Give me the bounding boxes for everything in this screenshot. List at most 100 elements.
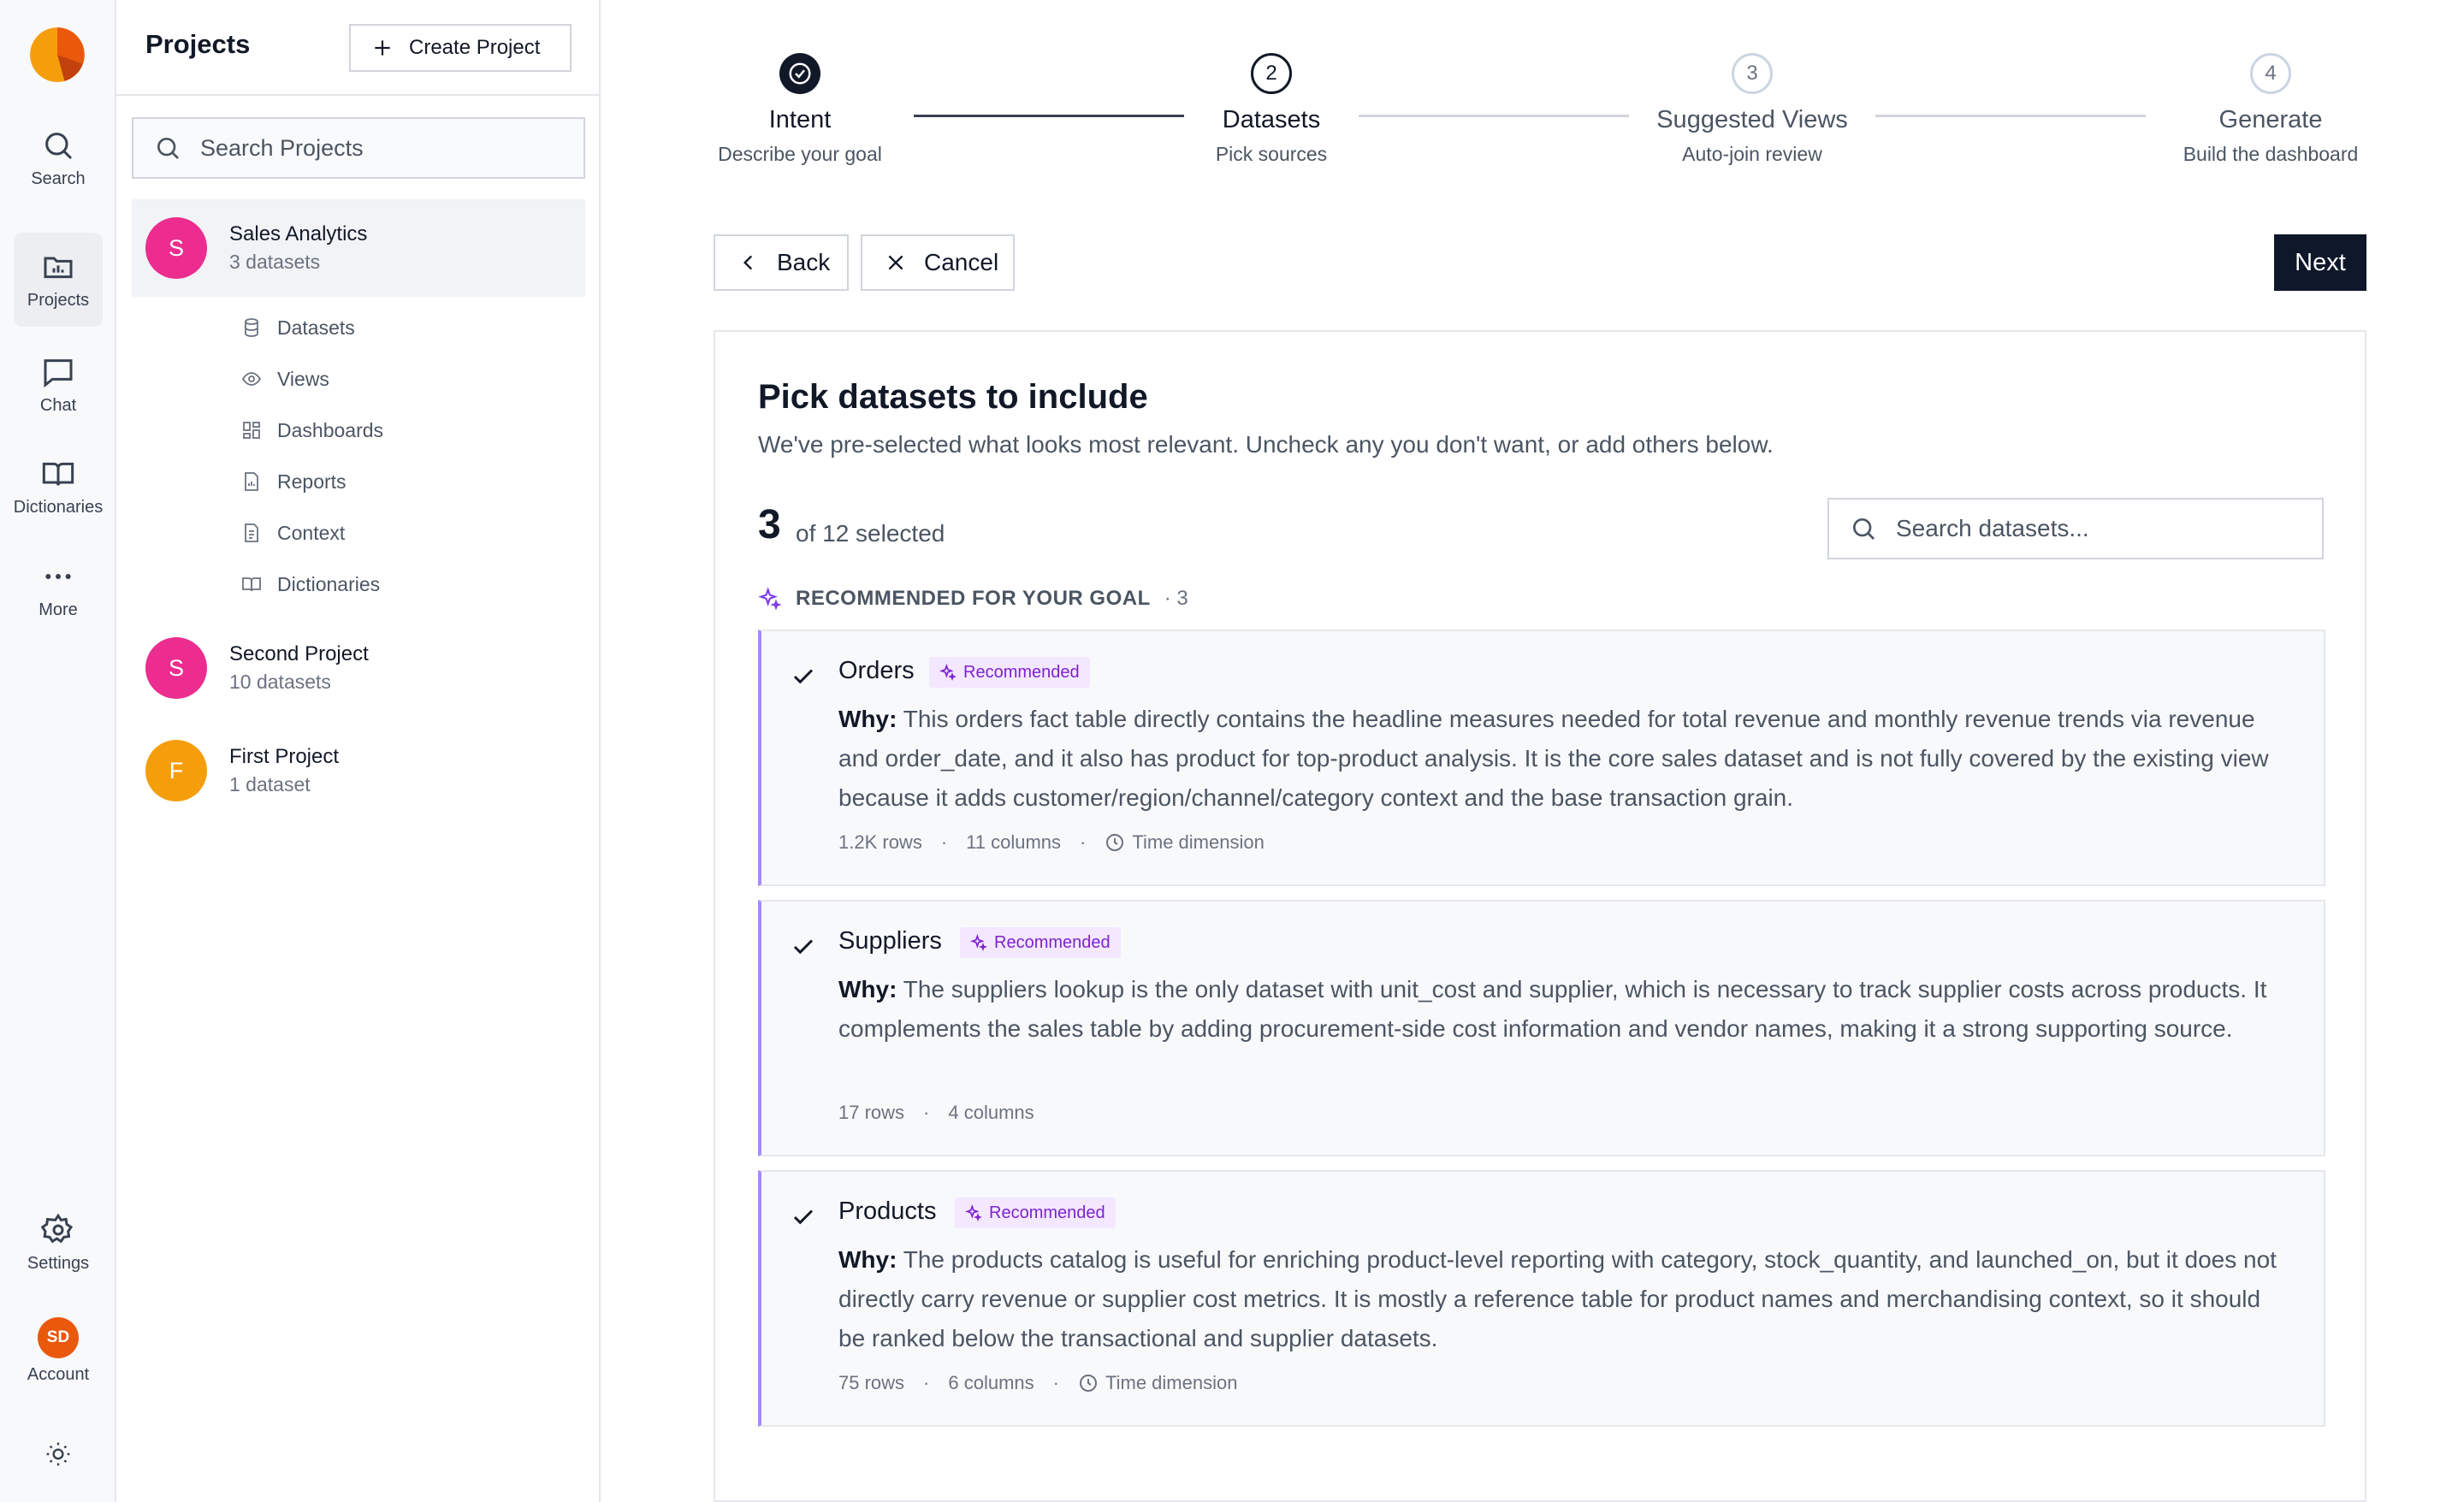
projects-panel: Projects Create Project S Sales Analytic… bbox=[116, 0, 601, 1502]
project-name: First Project bbox=[229, 745, 340, 768]
nav-context[interactable]: Context bbox=[241, 512, 345, 553]
why-label: Why: bbox=[838, 976, 897, 1002]
step-sub: Build the dashboard bbox=[2183, 143, 2359, 165]
row-count: 1.2K rows bbox=[838, 831, 922, 853]
selected-of-total: of 12 selected bbox=[796, 520, 945, 547]
dataset-name: Products bbox=[838, 1197, 937, 1225]
chevron-left-icon bbox=[743, 255, 753, 270]
rail-dictionaries-label: Dictionaries bbox=[13, 497, 104, 517]
stepper-connector-3 bbox=[1875, 115, 2146, 117]
recommended-section-header: RECOMMENDED FOR YOUR GOAL · 3 bbox=[758, 587, 1188, 611]
close-icon bbox=[888, 255, 903, 270]
database-icon bbox=[245, 318, 258, 337]
step-sub: Describe your goal bbox=[718, 143, 882, 165]
project-avatar: S bbox=[145, 217, 207, 279]
create-project-button[interactable]: Create Project bbox=[349, 24, 572, 72]
step-label: Suggested Views bbox=[1656, 106, 1848, 133]
recommended-badge: Recommended bbox=[929, 657, 1090, 688]
sparkles-icon bbox=[758, 587, 782, 611]
dataset-search-input[interactable] bbox=[1894, 514, 2305, 543]
check-icon[interactable] bbox=[791, 1204, 816, 1230]
why-label: Why: bbox=[838, 1246, 897, 1273]
project-item-first-project[interactable]: F First Project 1 dataset bbox=[132, 722, 585, 819]
step-sub: Auto-join review bbox=[1682, 143, 1822, 165]
nav-dashboards[interactable]: Dashboards bbox=[241, 410, 383, 451]
time-dimension-label: Time dimension bbox=[1132, 831, 1265, 853]
sun-icon bbox=[46, 1442, 70, 1466]
dataset-picker-card: Pick datasets to include We've pre-selec… bbox=[714, 330, 2366, 1502]
recommended-label: RECOMMENDED FOR YOUR GOAL bbox=[796, 587, 1151, 610]
step-intent[interactable]: Intent Describe your goal bbox=[663, 0, 937, 166]
nav-datasets-label: Datasets bbox=[277, 316, 355, 339]
step-number: 2 bbox=[1251, 53, 1292, 94]
panel-title: Projects bbox=[145, 29, 251, 59]
rail-settings-label: Settings bbox=[27, 1253, 90, 1273]
check-icon[interactable] bbox=[791, 934, 816, 960]
document-icon bbox=[245, 523, 258, 542]
rail-dictionaries[interactable]: Dictionaries bbox=[14, 440, 103, 534]
plus-icon bbox=[375, 40, 390, 56]
project-dataset-count: 10 datasets bbox=[229, 671, 331, 693]
nav-datasets[interactable]: Datasets bbox=[241, 307, 355, 348]
project-item-second-project[interactable]: S Second Project 10 datasets bbox=[132, 619, 585, 717]
sparkles-icon bbox=[965, 1204, 982, 1221]
rail-more[interactable]: More bbox=[14, 542, 103, 636]
nav-dictionaries[interactable]: Dictionaries bbox=[241, 564, 380, 605]
search-icon bbox=[45, 132, 73, 159]
rail-chat[interactable]: Chat bbox=[14, 338, 103, 432]
check-circle-icon bbox=[789, 62, 811, 85]
sparkles-icon bbox=[970, 934, 987, 951]
badge-label: Recommended bbox=[989, 1203, 1105, 1222]
dataset-meta: 75 rows · 6 columns · Time dimension bbox=[838, 1372, 1238, 1393]
project-avatar: S bbox=[145, 637, 207, 699]
cancel-button[interactable]: Cancel bbox=[861, 234, 1015, 291]
theme-toggle[interactable] bbox=[14, 1415, 103, 1493]
left-rail: Search Projects Chat Dictionaries More S… bbox=[0, 0, 116, 1502]
step-datasets[interactable]: 2 Datasets Pick sources bbox=[1134, 0, 1408, 166]
panel-header: Projects Create Project bbox=[116, 0, 599, 96]
rail-projects[interactable]: Projects bbox=[14, 233, 103, 327]
back-button[interactable]: Back bbox=[714, 234, 849, 291]
dashboard-grid-icon bbox=[243, 422, 260, 439]
time-dimension-label: Time dimension bbox=[1105, 1372, 1238, 1393]
book-open-icon bbox=[42, 462, 74, 486]
dataset-card-products[interactable]: Products Recommended Why: The products c… bbox=[758, 1170, 2325, 1427]
row-count: 17 rows bbox=[838, 1102, 905, 1123]
dataset-why: Why: The suppliers lookup is the only da… bbox=[838, 970, 2284, 1049]
dataset-name: Orders bbox=[838, 657, 915, 684]
step-generate[interactable]: 4 Generate Build the dashboard bbox=[2134, 0, 2408, 166]
badge-label: Recommended bbox=[994, 932, 1111, 952]
nav-views-label: Views bbox=[277, 367, 329, 390]
step-suggested-views[interactable]: 3 Suggested Views Auto-join review bbox=[1615, 0, 1889, 166]
back-label: Back bbox=[777, 249, 831, 275]
search-icon bbox=[157, 138, 179, 159]
check-icon[interactable] bbox=[791, 664, 816, 689]
chat-icon bbox=[44, 358, 73, 387]
next-button[interactable]: Next bbox=[2274, 234, 2366, 291]
column-count: 6 columns bbox=[948, 1372, 1034, 1393]
nav-views[interactable]: Views bbox=[241, 358, 329, 399]
step-number: 4 bbox=[2250, 53, 2291, 94]
column-count: 11 columns bbox=[966, 831, 1062, 853]
recommended-badge: Recommended bbox=[955, 1197, 1116, 1228]
rail-chat-label: Chat bbox=[39, 395, 77, 415]
rail-account[interactable]: SD Account bbox=[14, 1304, 103, 1398]
clock-icon bbox=[1079, 1375, 1097, 1392]
dataset-card-suppliers[interactable]: Suppliers Recommended Why: The suppliers… bbox=[758, 900, 2325, 1156]
dataset-search bbox=[1827, 498, 2324, 559]
project-avatar: F bbox=[145, 740, 207, 801]
project-name: Second Project bbox=[229, 642, 369, 665]
eye-icon bbox=[241, 372, 262, 386]
project-dataset-count: 1 dataset bbox=[229, 773, 311, 795]
app-logo-icon[interactable] bbox=[28, 26, 86, 84]
column-count: 4 columns bbox=[948, 1102, 1034, 1123]
dataset-card-orders[interactable]: Orders Recommended Why: This orders fact… bbox=[758, 630, 2325, 886]
account-avatar: SD bbox=[38, 1316, 79, 1358]
project-item-sales-analytics[interactable]: S Sales Analytics 3 datasets bbox=[132, 199, 585, 297]
project-search-input[interactable] bbox=[198, 133, 558, 163]
dataset-name: Suppliers bbox=[838, 927, 942, 955]
nav-reports[interactable]: Reports bbox=[241, 461, 346, 502]
rail-settings[interactable]: Settings bbox=[14, 1196, 103, 1290]
card-description: We've pre-selected what looks most relev… bbox=[758, 431, 1774, 458]
rail-search[interactable]: Search bbox=[14, 111, 103, 205]
